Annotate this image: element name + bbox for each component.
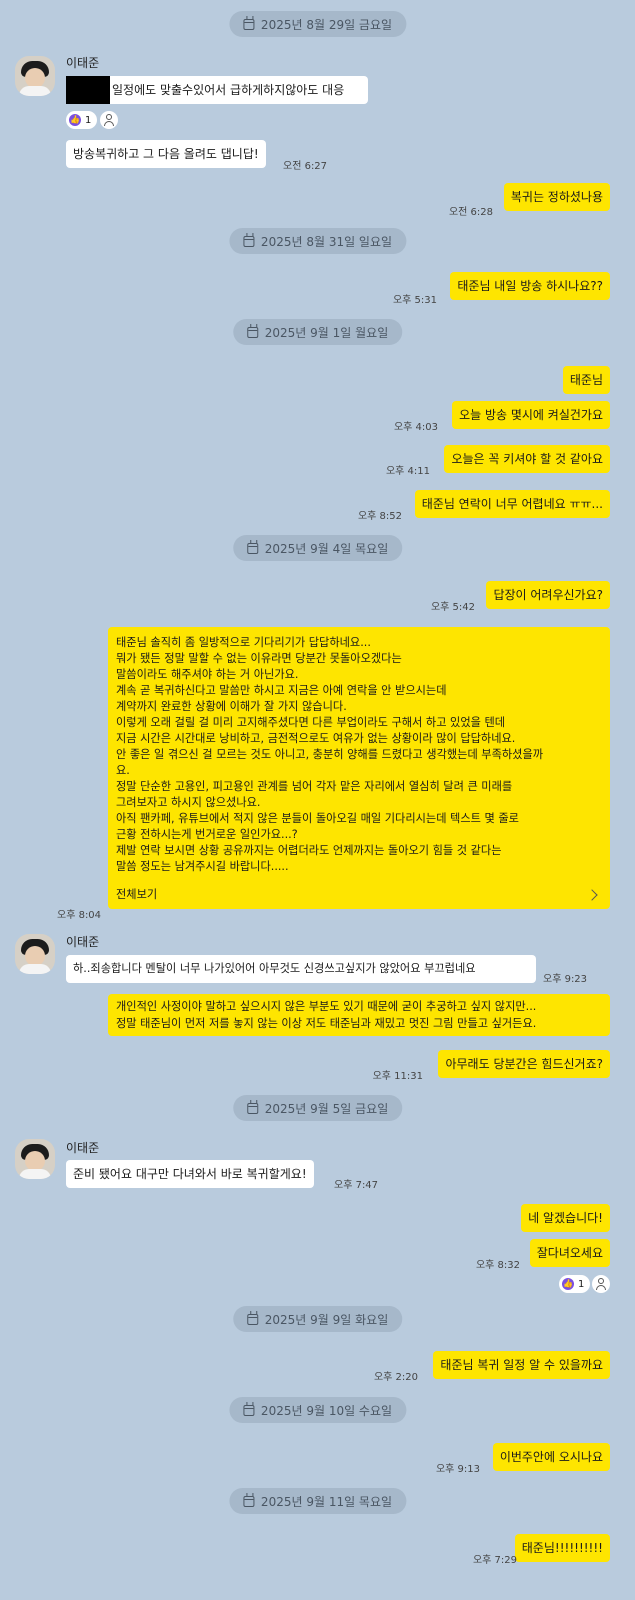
calendar-icon	[246, 1099, 258, 1114]
message-time: 오후 4:03	[393, 422, 438, 433]
message-time: 오전 6:28	[448, 207, 493, 218]
date-divider: 2025년 9월 5일 금요일	[232, 1095, 403, 1121]
message-bubble[interactable]: 방송복귀하고 그 다음 올려도 댑니답!	[66, 140, 266, 168]
thumbs-up-icon: 👍	[69, 114, 81, 126]
date-divider: 2025년 9월 9일 화요일	[232, 1306, 403, 1332]
message-time: 오후 9:23	[543, 974, 588, 985]
message-line: 요.	[116, 764, 130, 777]
date-divider: 2025년 9월 1일 월요일	[232, 319, 403, 345]
message-bubble[interactable]: 하..죄송합니다 멘탈이 너무 나가있어어 아무것도 신경쓰고싶지가 않았어요 …	[66, 955, 536, 983]
message-time: 오후 7:29	[472, 1555, 517, 1566]
calendar-icon	[246, 1310, 258, 1325]
my-message-bubble[interactable]: 태준님 복귀 일정 알 수 있을까요	[433, 1351, 610, 1379]
message-line: 제발 연락 보시면 상황 공유까지는 어렵더라도 언제까지는 돌아오기 힘들 것…	[116, 844, 502, 857]
sender-name: 이태준	[66, 56, 100, 70]
date-divider: 2025년 8월 31일 일요일	[228, 228, 407, 254]
date-divider: 2025년 9월 10일 수요일	[228, 1397, 407, 1423]
message-line: 말씀 정도는 남겨주시길 바랍니다.....	[116, 860, 289, 873]
my-message-bubble[interactable]: 오늘은 꼭 키셔야 할 것 같아요	[444, 445, 610, 473]
message-time: 오후 9:13	[435, 1464, 480, 1475]
message-line: 계약까지 완료한 상황에 이해가 잘 가지 않습니다.	[116, 700, 347, 713]
thumbs-up-icon: 👍	[562, 1278, 574, 1290]
message-time: 오후 5:31	[392, 295, 437, 306]
person-icon[interactable]	[100, 111, 118, 129]
message-time: 오후 11:31	[372, 1071, 423, 1082]
my-message-bubble[interactable]: 잘다녀오세요	[529, 1239, 610, 1267]
chevron-right-icon	[586, 889, 598, 901]
calendar-icon	[246, 323, 258, 338]
redacted-block	[66, 76, 110, 104]
calendar-icon	[242, 15, 254, 30]
my-message-bubble[interactable]: 답장이 어려우신가요?	[486, 581, 610, 609]
long-message-bubble[interactable]: 태준님 솔직히 좀 일방적으로 기다리기가 답답하네요... 뭐가 됐든 정말 …	[108, 627, 610, 909]
my-message-bubble[interactable]: 태준님 연락이 너무 어렵네요 ㅠㅠ...	[414, 490, 610, 518]
message-line: 이렇게 오래 걸릴 걸 미리 고지해주셨다면 다른 부업이라도 구해서 하고 있…	[116, 716, 506, 729]
message-line: 지금 시간은 시간대로 낭비하고, 금전적으로도 여유가 없는 상황이라 많이 …	[116, 732, 516, 745]
message-time: 오전 6:27	[283, 161, 328, 172]
my-message-bubble[interactable]: 이번주안에 오시나요	[492, 1443, 610, 1471]
date-divider: 2025년 8월 29일 금요일	[228, 11, 407, 37]
my-message-bubble[interactable]: 개인적인 사정이야 말하고 싶으시지 않은 부분도 있기 때문에 굳이 추궁하고…	[108, 994, 610, 1036]
reaction-badge[interactable]: 👍 1	[66, 111, 98, 129]
message-line: 계속 곧 복귀하신다고 말씀만 하시고 지금은 아예 연락을 안 받으시는데	[116, 684, 447, 697]
avatar[interactable]	[15, 934, 55, 974]
message-time: 오후 8:04	[57, 910, 102, 921]
avatar[interactable]	[15, 1139, 55, 1179]
my-message-bubble[interactable]: 복귀는 정하셨나용	[503, 183, 610, 211]
view-all-button[interactable]: 전체보기	[116, 881, 602, 909]
message-line: 태준님 솔직히 좀 일방적으로 기다리기가 답답하네요...	[116, 636, 371, 649]
message-time: 오후 8:32	[475, 1260, 520, 1271]
sender-name: 이태준	[66, 935, 100, 949]
calendar-icon	[246, 539, 258, 554]
message-line: 아직 팬카페, 유튜브에서 적지 않은 분들이 돌아오길 매일 기다리시는데 텍…	[116, 812, 519, 825]
calendar-icon	[242, 1492, 254, 1507]
my-message-bubble[interactable]: 아무래도 당분간은 힘드신거죠?	[438, 1050, 610, 1078]
message-time: 오후 5:42	[430, 602, 475, 613]
my-message-bubble[interactable]: 네 알겠습니다!	[521, 1204, 610, 1232]
message-time: 오후 2:20	[373, 1372, 418, 1383]
date-divider: 2025년 9월 4일 목요일	[232, 535, 403, 561]
message-bubble[interactable]: 준비 됐어요 대구만 다녀와서 바로 복귀할게요!	[66, 1160, 314, 1188]
message-line: 그려보자고 하시지 않으셨나요.	[116, 796, 261, 809]
message-bubble[interactable]: 일정에도 맞출수있어서 급하게하지않아도 대응	[66, 76, 368, 104]
avatar[interactable]	[15, 56, 55, 96]
my-message-bubble[interactable]: 태준님!!!!!!!!!!	[514, 1534, 610, 1562]
reaction-badge[interactable]: 👍 1	[559, 1275, 591, 1293]
calendar-icon	[242, 1401, 254, 1416]
message-time: 오후 8:52	[357, 511, 402, 522]
message-line: 정말 단순한 고용인, 피고용인 관계를 넘어 각자 맡은 자리에서 열심히 달…	[116, 780, 513, 793]
sender-name: 이태준	[66, 1141, 100, 1155]
date-divider: 2025년 9월 11일 목요일	[228, 1488, 407, 1514]
message-time: 오후 7:47	[334, 1180, 379, 1191]
calendar-icon	[242, 232, 254, 247]
message-line: 근황 전하시는게 번거로운 일인가요...?	[116, 828, 298, 841]
message-line: 뭐가 됐든 정말 말할 수 없는 이유라면 당분간 못돌아오겠다는	[116, 652, 402, 665]
message-line: 안 좋은 일 겪으신 걸 모르는 것도 아니고, 충분히 양해를 드렸다고 생각…	[116, 748, 544, 761]
my-message-bubble[interactable]: 오늘 방송 몇시에 켜실건가요	[452, 401, 610, 429]
my-message-bubble[interactable]: 태준님	[562, 366, 610, 394]
person-icon[interactable]	[592, 1275, 610, 1293]
message-line: 말씀이라도 해주셔야 하는 거 아닌가요.	[116, 668, 299, 681]
message-time: 오후 4:11	[385, 466, 430, 477]
my-message-bubble[interactable]: 태준님 내일 방송 하시나요??	[450, 272, 610, 300]
